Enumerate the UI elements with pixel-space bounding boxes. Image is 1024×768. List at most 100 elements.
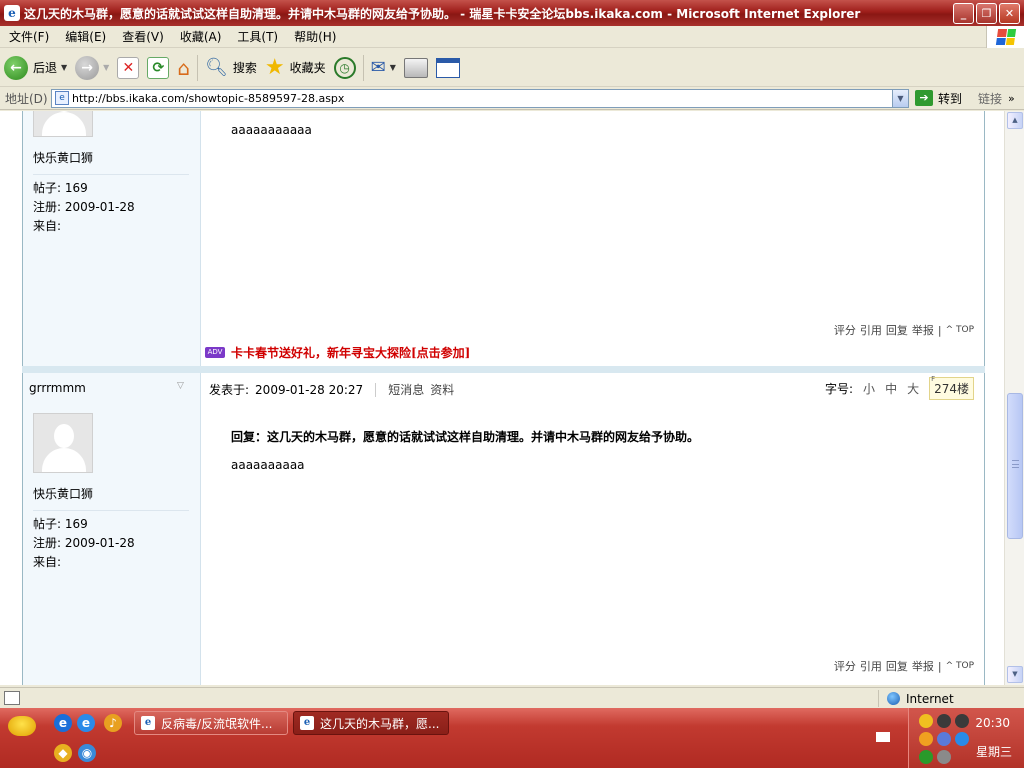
forum-post: 快乐黄口狮 帖子: 169 注册: 2009-01-28 来自: aaaaaaa… bbox=[22, 111, 985, 366]
clock[interactable]: 20:30 bbox=[975, 716, 1010, 730]
home-button[interactable]: ⌂ bbox=[173, 52, 194, 84]
forward-dropdown-icon[interactable]: ▼ bbox=[103, 63, 109, 72]
post-actions: 评分 引用 回复 举报 | ^ TOP bbox=[834, 658, 974, 674]
floor-number[interactable]: 274楼 bbox=[929, 375, 974, 400]
font-size-small[interactable]: 小 bbox=[863, 380, 875, 397]
from-location: 来自: bbox=[33, 555, 62, 569]
back-to-top-link[interactable]: ^ TOP bbox=[946, 661, 974, 671]
page-content: 快乐黄口狮 帖子: 169 注册: 2009-01-28 来自: aaaaaaa… bbox=[0, 111, 1004, 685]
taskbar-item-active[interactable]: e 这几天的木马群，愿... bbox=[293, 711, 449, 735]
search-button[interactable]: 🔍︎ 搜索 bbox=[201, 52, 261, 84]
globe-icon bbox=[887, 692, 900, 705]
tray-umbrella-icon[interactable] bbox=[919, 750, 933, 764]
font-size-large[interactable]: 大 bbox=[907, 380, 919, 397]
address-dropdown-icon[interactable]: ▼ bbox=[892, 89, 908, 107]
author-name-link[interactable]: grrrmmm bbox=[29, 381, 86, 395]
ie-icon: e bbox=[141, 716, 155, 730]
favorites-button[interactable]: ★ 收藏夹 bbox=[261, 52, 330, 84]
post-meta: 发表于: 2009-01-28 20:27 短消息 资料 bbox=[209, 381, 454, 398]
go-arrow-icon: ➔ bbox=[915, 90, 933, 106]
sidebar-divider bbox=[33, 510, 189, 511]
quote-link[interactable]: 引用 bbox=[860, 658, 882, 674]
go-button[interactable]: ➔ 转到 bbox=[915, 90, 962, 107]
rate-link[interactable]: 评分 bbox=[834, 322, 856, 338]
refresh-button[interactable]: ⟳ bbox=[143, 52, 173, 84]
tray-qq-icon[interactable] bbox=[937, 714, 951, 728]
minimize-button[interactable]: _ bbox=[953, 3, 974, 24]
keyboard-icon[interactable] bbox=[876, 732, 890, 742]
start-button[interactable] bbox=[8, 716, 36, 736]
window-title: 这几天的木马群，愿意的话就试试这样自助清理。并请中木马群的网友给予协助。 - 瑞… bbox=[24, 6, 861, 21]
shield-quicklaunch-icon[interactable]: ◆ bbox=[54, 744, 72, 762]
avatar[interactable] bbox=[33, 413, 93, 473]
star-icon: ★ bbox=[264, 55, 285, 80]
posted-label: 发表于: bbox=[209, 383, 250, 397]
back-button[interactable]: ← 后退 ▼ bbox=[0, 52, 71, 84]
menu-edit[interactable]: 编辑(E) bbox=[56, 28, 113, 45]
tray-volume-icon[interactable] bbox=[937, 750, 951, 764]
report-link[interactable]: 举报 bbox=[912, 322, 934, 338]
avatar[interactable] bbox=[33, 111, 93, 137]
report-link[interactable]: 举报 bbox=[912, 658, 934, 674]
scroll-down-icon[interactable]: ▼ bbox=[1007, 666, 1023, 683]
ie-quicklaunch-icon[interactable]: e bbox=[54, 714, 72, 732]
author-menu-dropdown-icon[interactable]: ▽ bbox=[177, 381, 184, 391]
windows-logo-icon bbox=[986, 26, 1024, 48]
scroll-thumb[interactable] bbox=[1007, 393, 1023, 539]
font-size-medium[interactable]: 中 bbox=[885, 380, 897, 397]
tray-app-icon[interactable] bbox=[919, 732, 933, 746]
network-quicklaunch-icon[interactable]: ◉ bbox=[78, 744, 96, 762]
stop-button[interactable]: ✕ bbox=[113, 52, 143, 84]
status-bar: Internet bbox=[0, 687, 1024, 708]
ie-quicklaunch-icon[interactable]: e bbox=[77, 714, 95, 732]
window-title-bar: e 这几天的木马群，愿意的话就试试这样自助清理。并请中木马群的网友给予协助。 -… bbox=[0, 0, 1024, 26]
post-count: 帖子: 169 bbox=[33, 181, 88, 195]
tray-ie-icon[interactable] bbox=[955, 732, 969, 746]
close-button[interactable]: ✕ bbox=[999, 3, 1020, 24]
maximize-button[interactable]: ❐ bbox=[976, 3, 997, 24]
mail-dropdown-icon[interactable]: ▼ bbox=[390, 63, 396, 72]
tray-qq-icon[interactable] bbox=[955, 714, 969, 728]
ie-icon[interactable]: e bbox=[4, 5, 20, 21]
reply-link[interactable]: 回复 bbox=[886, 322, 908, 338]
author-nickname: 快乐黄口狮 bbox=[33, 487, 94, 501]
action-divider: | bbox=[937, 659, 942, 673]
quote-link[interactable]: 引用 bbox=[860, 322, 882, 338]
scroll-up-icon[interactable]: ▲ bbox=[1007, 112, 1023, 129]
menu-favorites[interactable]: 收藏(A) bbox=[171, 28, 229, 45]
taskbar-item[interactable]: e 反病毒/反流氓软件... bbox=[134, 711, 288, 735]
chevron-right-icon[interactable]: » bbox=[1008, 92, 1015, 105]
menu-help[interactable]: 帮助(H) bbox=[285, 28, 343, 45]
toolbar-separator bbox=[362, 54, 364, 81]
menu-tools[interactable]: 工具(T) bbox=[228, 28, 285, 45]
profile-link[interactable]: 资料 bbox=[430, 381, 454, 398]
vertical-scrollbar[interactable]: ▲ ▼ bbox=[1004, 111, 1024, 685]
refresh-icon: ⟳ bbox=[147, 56, 170, 79]
forward-arrow-icon: → bbox=[75, 55, 100, 80]
menu-view[interactable]: 查看(V) bbox=[113, 28, 171, 45]
address-field[interactable]: e ▼ bbox=[51, 88, 909, 108]
toolbar-separator bbox=[197, 54, 199, 81]
media-quicklaunch-icon[interactable]: ♪ bbox=[104, 714, 122, 732]
mail-button[interactable]: ✉ ▼ bbox=[367, 52, 400, 84]
edit-button[interactable] bbox=[432, 52, 464, 84]
edit-page-icon bbox=[435, 57, 460, 78]
meta-divider bbox=[375, 382, 377, 397]
ad-link[interactable]: 卡卡春节送好礼，新年寻宝大探险[点击参加] bbox=[231, 344, 470, 361]
menu-file[interactable]: 文件(F) bbox=[0, 28, 56, 45]
page-icon: e bbox=[55, 91, 69, 105]
back-dropdown-icon[interactable]: ▼ bbox=[61, 63, 67, 72]
print-button[interactable] bbox=[400, 52, 432, 84]
links-button[interactable]: 链接 bbox=[978, 90, 1002, 107]
back-to-top-link[interactable]: ^ TOP bbox=[946, 325, 974, 335]
private-message-link[interactable]: 短消息 bbox=[388, 381, 424, 398]
rate-link[interactable]: 评分 bbox=[834, 658, 856, 674]
tray-network-icon[interactable] bbox=[937, 732, 951, 746]
history-button[interactable]: ◷ bbox=[330, 52, 360, 84]
reply-link[interactable]: 回复 bbox=[886, 658, 908, 674]
address-input[interactable] bbox=[72, 91, 892, 105]
post-author-sidebar: 快乐黄口狮 帖子: 169 注册: 2009-01-28 来自: bbox=[23, 373, 201, 685]
tray-app-icon[interactable] bbox=[919, 714, 933, 728]
system-tray: 20:30 星期三 bbox=[908, 708, 1024, 768]
forward-button[interactable]: → ▼ bbox=[71, 52, 113, 84]
